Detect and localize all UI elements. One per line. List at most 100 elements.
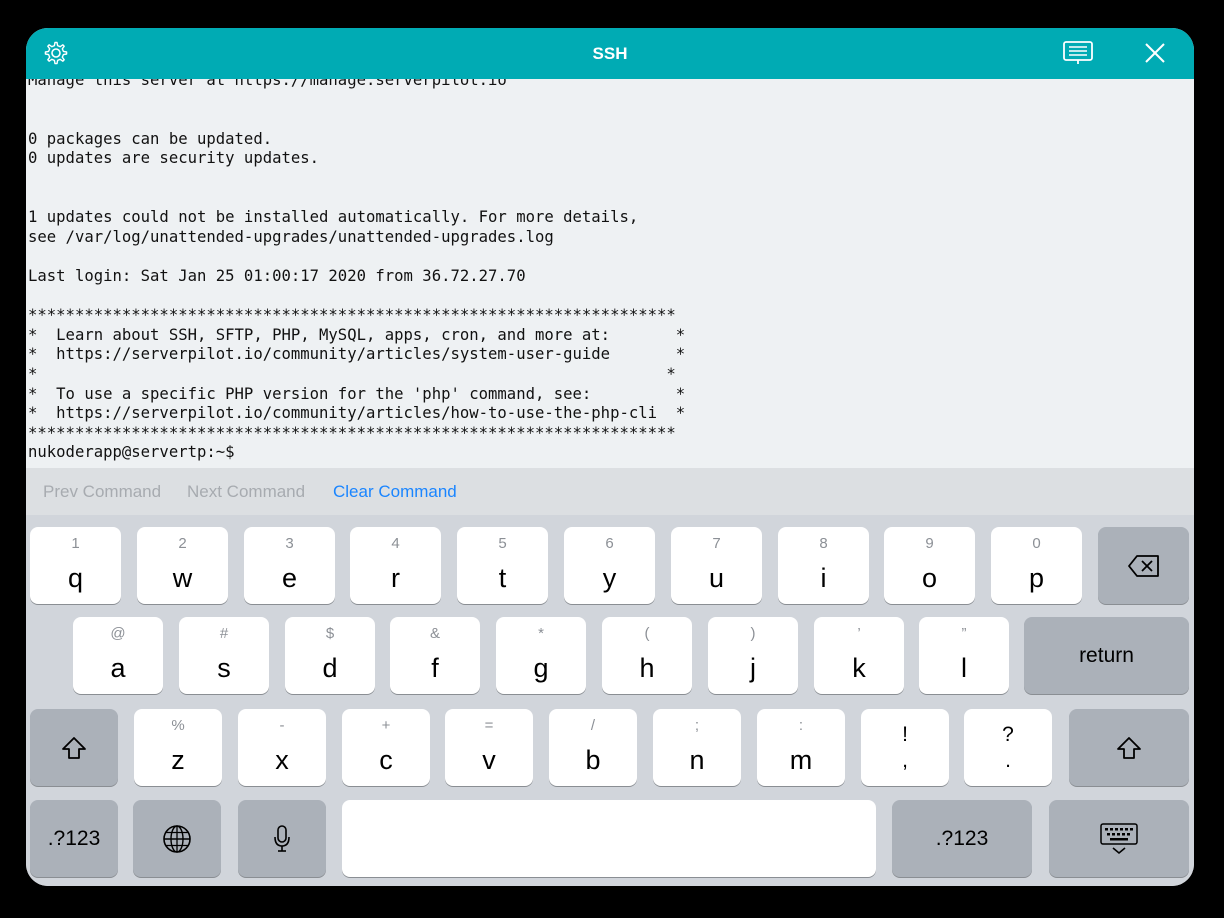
- shift-icon: [1069, 709, 1189, 786]
- key-a[interactable]: @ a: [73, 617, 163, 694]
- key-label: z: [171, 745, 185, 775]
- key-f[interactable]: & f: [390, 617, 480, 694]
- key-z[interactable]: % z: [134, 709, 222, 786]
- terminal-line: ****************************************…: [28, 423, 676, 442]
- key-hint: &: [429, 625, 440, 642]
- key-i[interactable]: 8i: [778, 527, 869, 604]
- key-label: o: [921, 563, 938, 593]
- key-label: q: [67, 563, 84, 593]
- key-b[interactable]: / b: [549, 709, 637, 786]
- key-hint: 1: [71, 535, 80, 552]
- terminal-line: 1 updates could not be installed automat…: [28, 208, 639, 227]
- key-m[interactable]: :m: [757, 709, 845, 786]
- key-period[interactable]: ?.: [964, 709, 1052, 786]
- key-label: ,: [902, 749, 908, 772]
- key-n[interactable]: ; n: [653, 709, 741, 786]
- key-label: x: [275, 745, 289, 775]
- globe-key[interactable]: [133, 800, 221, 877]
- return-key[interactable]: return: [1024, 617, 1189, 694]
- key-hint: 0: [1032, 535, 1041, 552]
- key-y[interactable]: 6y: [564, 527, 655, 604]
- shift-key-left[interactable]: [30, 709, 118, 786]
- key-label: k: [852, 653, 866, 683]
- key-label: t: [498, 563, 507, 593]
- key-d[interactable]: $ d: [285, 617, 375, 694]
- key-label: r: [391, 563, 400, 593]
- key-e[interactable]: 3e: [244, 527, 335, 604]
- key-hint: 6: [605, 535, 614, 552]
- key-j[interactable]: ) j: [708, 617, 798, 694]
- key-l[interactable]: ” l: [919, 617, 1009, 694]
- key-h[interactable]: (h: [602, 617, 692, 694]
- key-hint: ’: [857, 625, 861, 642]
- key-s[interactable]: # s: [179, 617, 269, 694]
- key-hint: ;: [694, 717, 700, 734]
- key-label: .: [1005, 749, 1011, 772]
- key-q[interactable]: 1q: [30, 527, 121, 604]
- key-hint: 7: [712, 535, 721, 552]
- terminal-line: * To use a specific PHP version for the …: [28, 384, 686, 403]
- key-w[interactable]: 2w: [137, 527, 228, 604]
- key-label: s: [217, 653, 231, 683]
- terminal-line: 0 packages can be updated.: [28, 129, 273, 148]
- key-g[interactable]: * g: [496, 617, 586, 694]
- key-label: h: [639, 653, 655, 683]
- command-bar: Prev Command Next Command Clear Command: [26, 468, 1194, 515]
- key-hint: (: [644, 625, 650, 642]
- key-label: w: [172, 563, 193, 593]
- key-hint: %: [171, 717, 185, 734]
- terminal-text: Manage this server at https://manage.ser…: [28, 79, 685, 463]
- key-hint: :: [798, 717, 804, 734]
- backspace-key[interactable]: [1098, 527, 1189, 604]
- globe-icon: [133, 800, 221, 877]
- key-hint: 3: [285, 535, 294, 552]
- keyboard-icon[interactable]: [1062, 37, 1094, 69]
- terminal-line: * https://serverpilot.io/community/artic…: [28, 404, 686, 423]
- key-hint: 8: [819, 535, 828, 552]
- shift-key-right[interactable]: [1069, 709, 1189, 786]
- key-hint: 9: [925, 535, 934, 552]
- key-o[interactable]: 9o: [884, 527, 975, 604]
- key-label: v: [482, 745, 496, 775]
- key-k[interactable]: ’ k: [814, 617, 904, 694]
- terminal-line: * https://serverpilot.io/community/artic…: [28, 345, 686, 364]
- key-label: a: [110, 653, 126, 683]
- key-v[interactable]: = v: [445, 709, 533, 786]
- key-t[interactable]: 5t: [457, 527, 548, 604]
- key-label: l: [961, 653, 967, 683]
- key-hint: ?: [1002, 723, 1014, 746]
- next-command-button[interactable]: Next Command: [187, 468, 305, 515]
- key-label: f: [431, 653, 439, 683]
- terminal-output[interactable]: Manage this server at https://manage.ser…: [26, 79, 1194, 468]
- key-x[interactable]: -x: [238, 709, 326, 786]
- close-icon[interactable]: [1139, 37, 1171, 69]
- key-label: i: [820, 563, 827, 593]
- key-hint: -: [279, 717, 285, 734]
- key-hint: !: [902, 723, 908, 746]
- key-r[interactable]: 4r: [350, 527, 441, 604]
- key-label: p: [1028, 563, 1045, 593]
- numbers-key-left[interactable]: .?123: [30, 800, 118, 877]
- space-key[interactable]: [342, 800, 876, 877]
- shift-icon: [30, 709, 118, 786]
- key-label: y: [602, 563, 617, 593]
- clear-command-button[interactable]: Clear Command: [333, 468, 457, 515]
- key-c[interactable]: + c: [342, 709, 430, 786]
- prev-command-button[interactable]: Prev Command: [43, 468, 161, 515]
- key-hint: 5: [498, 535, 507, 552]
- key-p[interactable]: 0p: [991, 527, 1082, 604]
- keyboard-dismiss-key[interactable]: [1049, 800, 1189, 877]
- dictation-key[interactable]: [238, 800, 326, 877]
- key-hint: 4: [391, 535, 400, 552]
- key-u[interactable]: 7u: [671, 527, 762, 604]
- terminal-line: * Learn about SSH, SFTP, PHP, MySQL, app…: [28, 325, 686, 344]
- key-label: g: [533, 653, 549, 683]
- page-title: SSH: [592, 44, 628, 63]
- key-comma[interactable]: !,: [861, 709, 949, 786]
- key-label: c: [379, 745, 393, 775]
- key-hint: $: [325, 625, 335, 642]
- numbers-key-right[interactable]: .?123: [892, 800, 1032, 877]
- key-hint: ): [750, 625, 756, 642]
- backspace-icon: [1098, 527, 1189, 604]
- terminal-line: ****************************************…: [28, 306, 676, 325]
